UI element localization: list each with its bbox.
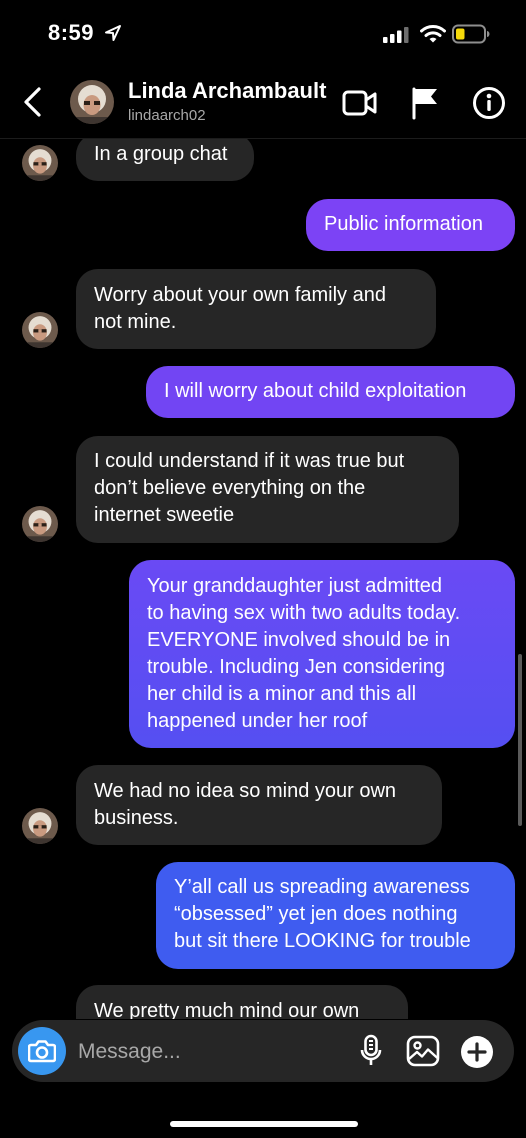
- contact-avatar[interactable]: [70, 80, 114, 124]
- status-time: 8:59: [48, 20, 95, 45]
- camera-icon: [28, 1040, 56, 1063]
- battery-low-icon: [452, 24, 490, 44]
- message-bubble-incoming[interactable]: I could understand if it was true but do…: [76, 436, 459, 543]
- message-avatar[interactable]: [22, 145, 58, 181]
- microphone-icon[interactable]: [360, 1034, 382, 1068]
- signal-icon: [383, 27, 409, 43]
- status-bar: 8:59: [0, 0, 526, 66]
- info-icon[interactable]: [472, 86, 506, 120]
- message-avatar[interactable]: [22, 312, 58, 348]
- scrollbar[interactable]: [518, 654, 522, 826]
- gallery-icon[interactable]: [406, 1035, 440, 1067]
- message-bubble-incoming[interactable]: We had no idea so mind your own business…: [76, 765, 442, 845]
- message-bubble-outgoing[interactable]: Your granddaughter just admitted to havi…: [129, 560, 515, 748]
- contact-name[interactable]: Linda Archambault: [128, 78, 326, 104]
- message-bubble-outgoing[interactable]: Y’all call us spreading awareness “obses…: [156, 862, 515, 969]
- message-avatar[interactable]: [22, 506, 58, 542]
- message-bubble-incoming[interactable]: Worry about your own family and not mine…: [76, 269, 436, 349]
- flag-icon[interactable]: [410, 86, 440, 120]
- wifi-icon: [420, 25, 446, 43]
- home-indicator[interactable]: [170, 1121, 358, 1127]
- back-chevron-icon[interactable]: [20, 84, 46, 120]
- video-call-icon[interactable]: [342, 88, 378, 118]
- message-bubble-outgoing[interactable]: Public information: [306, 199, 515, 251]
- message-bubble-incoming[interactable]: In a group chat: [76, 139, 254, 181]
- message-bubble-incoming[interactable]: We pretty much mind our own: [76, 985, 408, 1019]
- contact-username: lindaarch02: [128, 107, 206, 124]
- message-bubble-outgoing[interactable]: I will worry about child exploitation: [146, 366, 515, 418]
- conversation-header: Linda Archambault lindaarch02: [0, 70, 526, 139]
- plus-icon[interactable]: [460, 1035, 494, 1069]
- message-thread[interactable]: In a group chat Public information Worry…: [0, 139, 526, 1019]
- message-composer: [12, 1020, 514, 1082]
- camera-button[interactable]: [18, 1027, 66, 1075]
- message-input[interactable]: [76, 1036, 350, 1068]
- message-avatar[interactable]: [22, 808, 58, 844]
- location-arrow-icon: [105, 25, 121, 41]
